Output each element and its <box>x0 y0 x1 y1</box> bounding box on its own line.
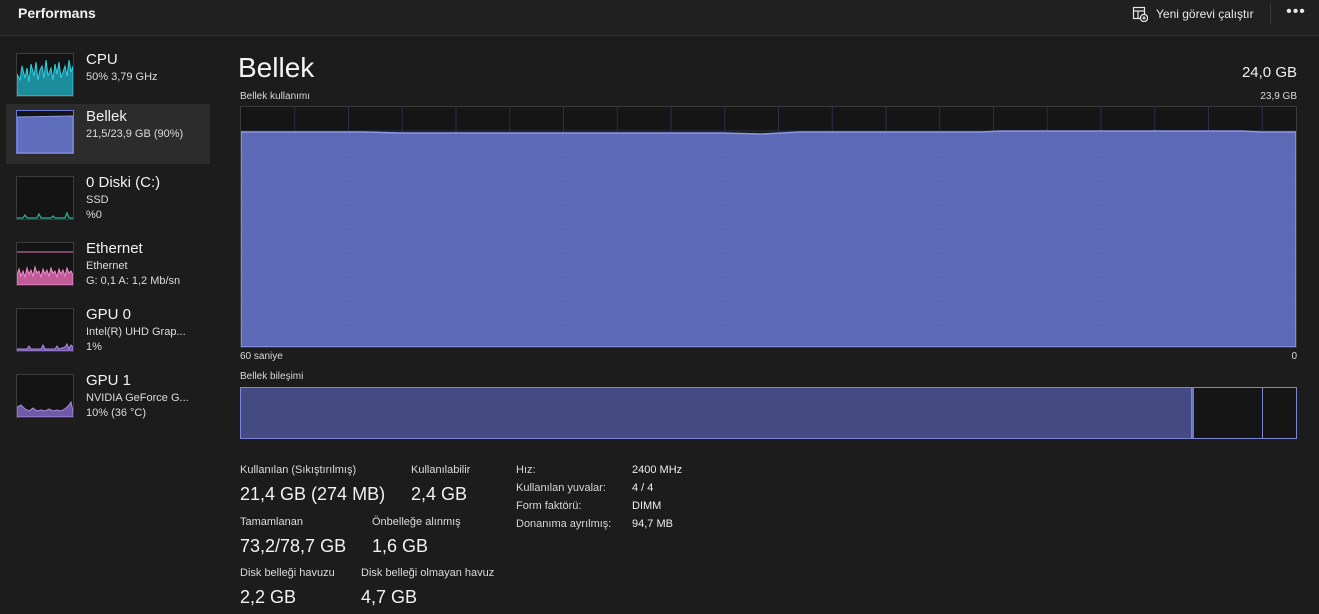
page-title: Performans <box>18 5 96 21</box>
performance-sidebar: CPU 50% 3,79 GHz Bellek 21,5/23,9 GB (90… <box>0 37 214 614</box>
committed-label: Tamamlanan <box>240 516 303 528</box>
ethernet-mini-graph <box>16 242 74 286</box>
slots-label: Kullanılan yuvalar: <box>516 482 606 494</box>
sidebar-item-detail-2: 10% (36 °C) <box>86 407 147 419</box>
sidebar-item-detail: Intel(R) UHD Grap... <box>86 326 186 338</box>
speed-label: Hız: <box>516 464 536 476</box>
slots-value: 4 / 4 <box>632 482 654 494</box>
memory-composition-bar <box>240 387 1297 439</box>
sidebar-item-name: CPU <box>86 51 118 68</box>
speed-value: 2400 MHz <box>632 464 683 476</box>
sidebar-item-name: GPU 1 <box>86 372 132 389</box>
run-new-task-button[interactable]: Yeni görevi çalıştır <box>1132 3 1254 25</box>
sidebar-item-detail-2: 1% <box>86 341 102 353</box>
sidebar-item-detail-2: G: 0,1 A: 1,2 Mb/sn <box>86 275 181 287</box>
sidebar-item-gpu0[interactable]: GPU 0 Intel(R) UHD Grap... 1% <box>6 302 210 362</box>
sidebar-item-ethernet[interactable]: Ethernet Ethernet G: 0,1 A: 1,2 Mb/sn <box>6 236 210 296</box>
graph-time-end: 0 <box>1291 351 1297 362</box>
total-memory: 24,0 GB <box>1241 64 1297 81</box>
sidebar-item-cpu[interactable]: CPU 50% 3,79 GHz <box>6 47 210 107</box>
hardware-reserved-label: Donanıma ayrılmış: <box>516 518 612 530</box>
memory-title: Bellek <box>238 52 315 83</box>
sidebar-item-name: Ethernet <box>86 240 143 257</box>
memory-usage-graph <box>240 106 1297 348</box>
in-use-label: Kullanılan (Sıkıştırılmış) <box>240 464 357 476</box>
composition-standby-divider <box>1262 388 1263 438</box>
composition-label: Bellek bileşimi <box>240 371 304 382</box>
cached-label: Önbelleğe alınmış <box>372 516 461 528</box>
cpu-mini-graph <box>16 53 74 97</box>
gpu1-mini-graph <box>16 374 74 418</box>
usage-graph-label: Bellek kullanımı <box>240 91 311 102</box>
composition-in-use <box>241 388 1192 438</box>
sidebar-item-name: Bellek <box>86 108 127 125</box>
memory-mini-graph <box>16 110 74 154</box>
sidebar-item-disk[interactable]: 0 Diski (C:) SSD %0 <box>6 170 210 230</box>
title-bar: Performans Yeni görevi çalıştır ••• <box>0 0 1319 36</box>
committed-value: 73,2/78,7 GB <box>240 536 347 556</box>
sidebar-item-detail: 21,5/23,9 GB (90%) <box>86 128 184 140</box>
paged-pool-value: 2,2 GB <box>240 587 297 607</box>
gpu0-mini-graph <box>16 308 74 352</box>
form-factor-value: DIMM <box>632 500 662 512</box>
paged-pool-label: Disk belleği havuzu <box>240 567 335 579</box>
toolbar-divider <box>1270 4 1271 24</box>
nonpaged-pool-value: 4,7 GB <box>361 587 418 607</box>
sidebar-item-detail: 50% 3,79 GHz <box>86 71 158 83</box>
hardware-reserved-value: 94,7 MB <box>632 518 673 530</box>
available-value: 2,4 GB <box>411 484 468 504</box>
nonpaged-pool-label: Disk belleği olmayan havuz <box>361 567 495 579</box>
sidebar-item-name: GPU 0 <box>86 306 132 323</box>
sidebar-item-detail: SSD <box>86 194 109 206</box>
sidebar-item-detail: Ethernet <box>86 260 128 272</box>
cached-value: 1,6 GB <box>372 536 429 556</box>
sidebar-item-memory[interactable]: Bellek 21,5/23,9 GB (90%) <box>6 104 210 164</box>
form-factor-label: Form faktörü: <box>516 500 582 512</box>
available-label: Kullanılabilir <box>411 464 471 476</box>
sidebar-item-gpu1[interactable]: GPU 1 NVIDIA GeForce G... 10% (36 °C) <box>6 368 210 428</box>
in-use-value: 21,4 GB (274 MB) <box>240 484 386 504</box>
more-options-button[interactable]: ••• <box>1284 0 1308 26</box>
run-task-label: Yeni görevi çalıştır <box>1156 7 1254 21</box>
run-task-icon <box>1132 6 1148 22</box>
sidebar-item-detail: NVIDIA GeForce G... <box>86 392 189 404</box>
sidebar-item-detail-2: %0 <box>86 209 102 221</box>
usage-graph-max: 23,9 GB <box>1260 91 1297 102</box>
sidebar-item-name: 0 Diski (C:) <box>86 174 161 191</box>
disk-mini-graph <box>16 176 74 220</box>
composition-modified <box>1192 388 1194 438</box>
graph-time-start: 60 saniye <box>240 351 283 362</box>
